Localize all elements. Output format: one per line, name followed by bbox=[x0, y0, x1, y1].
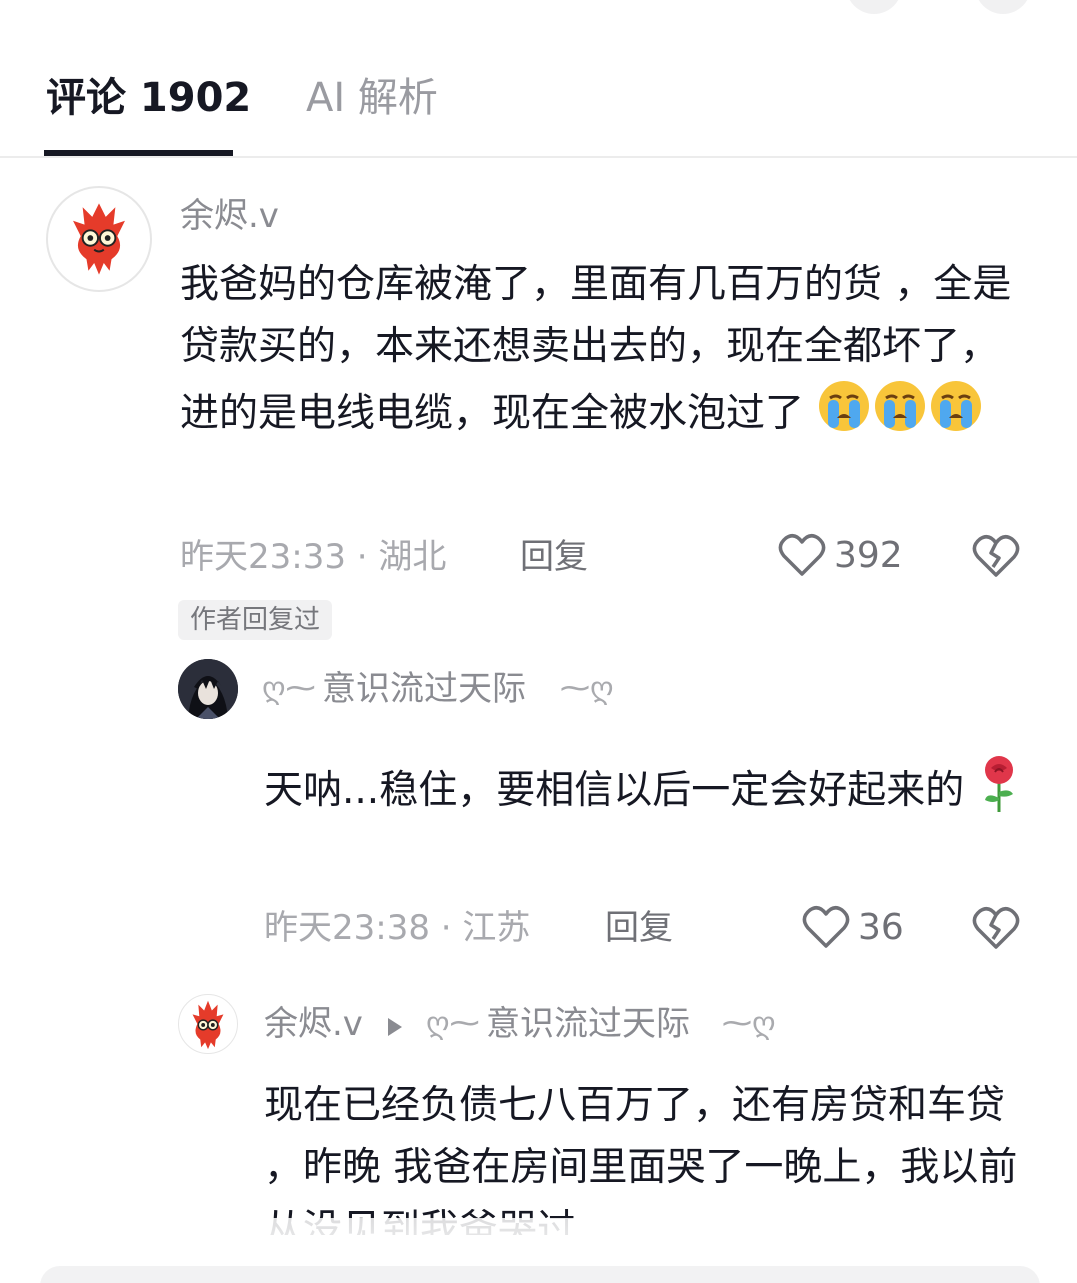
reply-username[interactable]: 余烬.v bbox=[264, 1004, 363, 1044]
author-replied-badge: 作者回复过 bbox=[178, 600, 333, 640]
heart-outline-icon bbox=[778, 534, 826, 576]
comment-tabs: 评论 1902 AI 解析 bbox=[0, 0, 1077, 158]
avatar[interactable] bbox=[178, 994, 238, 1054]
meta-separator: · bbox=[440, 908, 452, 948]
comment-username[interactable]: 余烬.v bbox=[180, 196, 279, 236]
decorative-swirl-icon: ⁓ღ bbox=[722, 1006, 776, 1041]
reply-body: 天呐...稳住，要相信以后一定会好起来的 bbox=[264, 768, 965, 813]
red-creature-avatar-icon bbox=[73, 203, 125, 275]
rose-icon bbox=[977, 752, 1021, 833]
reply-username[interactable]: 意识流过天际 bbox=[322, 669, 526, 709]
reply-meta: 昨天23:38 · 江苏 bbox=[264, 908, 530, 948]
dislike-button[interactable] bbox=[972, 905, 1020, 955]
active-tab-indicator bbox=[44, 150, 233, 156]
reply-location: 江苏 bbox=[462, 908, 531, 948]
comment-time: 昨天23:33 bbox=[180, 537, 346, 577]
comment-text: 我爸妈的仓库被淹了，里面有几百万的货 ，全是贷款买的，本来还想卖出去的，现在全都… bbox=[180, 254, 1020, 453]
reply-text: 天呐...稳住，要相信以后一定会好起来的 bbox=[264, 752, 1034, 833]
like-count: 36 bbox=[858, 906, 904, 948]
reply-button[interactable]: 回复 bbox=[605, 908, 673, 948]
red-creature-avatar-icon bbox=[192, 1000, 224, 1050]
comment-meta: 昨天23:33 · 湖北 bbox=[180, 537, 446, 577]
avatar[interactable] bbox=[178, 659, 238, 719]
anime-character-avatar-icon bbox=[178, 659, 238, 719]
decorative-swirl-icon: ღ⁓ bbox=[262, 671, 316, 706]
heart-outline-icon bbox=[802, 906, 850, 948]
decorative-swirl-icon: ⁓ღ bbox=[560, 671, 614, 706]
broken-heart-icon bbox=[972, 535, 1020, 577]
comment-input-bar[interactable] bbox=[40, 1266, 1040, 1283]
decorative-swirl-icon: ღ⁓ bbox=[426, 1006, 480, 1041]
loudly-crying-face-icon bbox=[872, 378, 928, 453]
reply-text: 现在已经负债七八百万了，还有房贷和车贷 ，昨晚 我爸在房间里面哭了一晚上，我以前… bbox=[264, 1083, 1018, 1235]
tab-ai-analysis[interactable]: AI 解析 bbox=[306, 74, 438, 122]
like-button[interactable]: 392 bbox=[778, 532, 903, 578]
loudly-crying-face-icon bbox=[928, 378, 984, 453]
comment-location: 湖北 bbox=[378, 537, 447, 577]
like-button[interactable]: 36 bbox=[802, 904, 904, 950]
dislike-button[interactable] bbox=[972, 533, 1020, 583]
loudly-crying-face-icon bbox=[816, 378, 872, 453]
reply-to-username[interactable]: 意识流过天际 bbox=[486, 1004, 690, 1044]
broken-heart-icon bbox=[972, 907, 1020, 949]
reply-arrow-icon bbox=[388, 1018, 402, 1036]
reply-time: 昨天23:38 bbox=[264, 908, 430, 948]
meta-separator: · bbox=[356, 537, 368, 577]
reply-button[interactable]: 回复 bbox=[520, 537, 588, 577]
avatar[interactable] bbox=[46, 186, 152, 292]
like-count: 392 bbox=[834, 534, 903, 576]
tab-comments[interactable]: 评论 1902 bbox=[46, 74, 251, 122]
